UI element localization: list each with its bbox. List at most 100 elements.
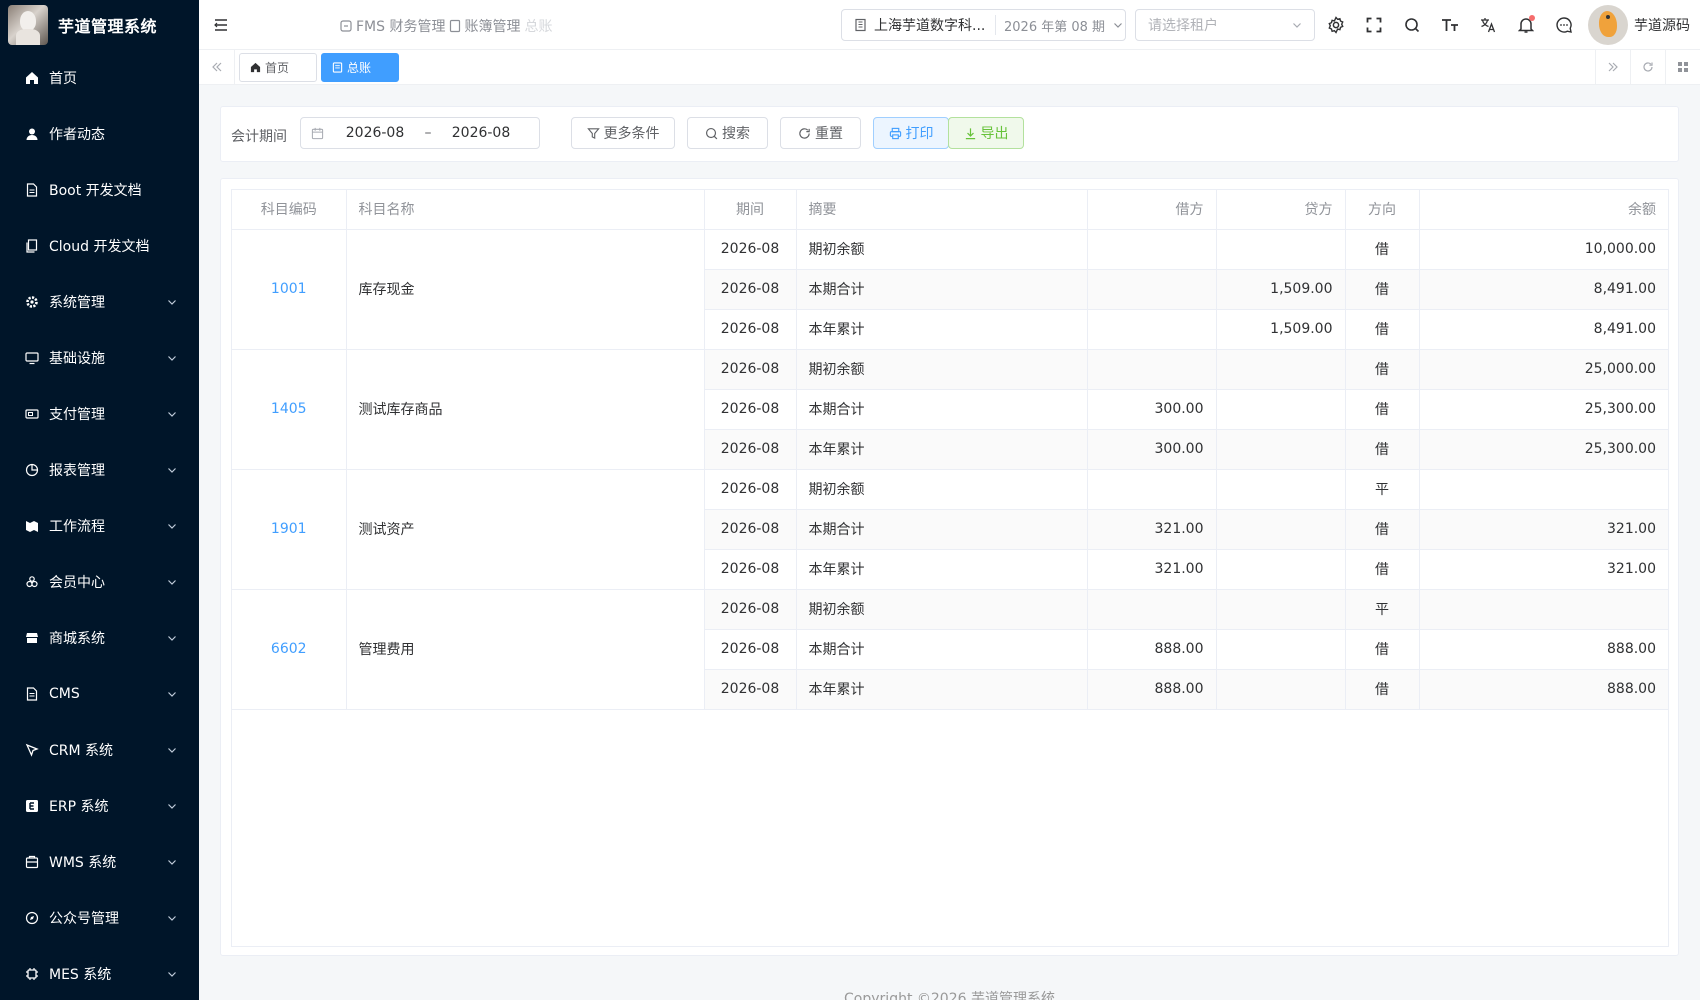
logo-area[interactable]: 芋道管理系统 [0,0,199,50]
org-period-selector[interactable]: 上海芋道数字科... 2026 年第 08 期 [841,9,1126,41]
direction-cell: 借 [1345,429,1420,470]
fms-icon [340,20,352,32]
sidebar-item-3[interactable]: Cloud 开发文档 [0,218,199,274]
credit-cell [1216,629,1346,670]
payment-icon [24,406,40,422]
debit-cell: 888.00 [1087,669,1217,710]
account-code-link[interactable]: 1901 [232,469,347,590]
building-icon [855,18,866,32]
period-cell: 2026-08 [704,429,797,470]
debit-cell [1087,349,1217,390]
debit-cell: 321.00 [1087,549,1217,590]
sidebar-item-5[interactable]: 基础设施 [0,330,199,386]
chevron-down-icon [168,972,176,977]
sidebar-item-label: 支付管理 [49,407,105,423]
table-row: 1001 库存现金 2026-08 期初余额借 10,000.00 [232,229,1668,350]
sidebar-item-label: Boot 开发文档 [49,183,142,199]
print-button[interactable]: 打印 [873,117,949,149]
chevron-down-icon [1114,23,1122,28]
search-icon[interactable] [1402,15,1422,35]
scroll-right-icon[interactable] [1595,50,1630,84]
sidebar-item-0[interactable]: 首页 [0,50,199,106]
sidebar-item-label: 公众号管理 [49,911,119,927]
reset-button[interactable]: 重置 [780,117,861,149]
account-code-link[interactable]: 1405 [232,349,347,470]
period-cell: 2026-08 [704,229,797,270]
chevron-down-icon [168,916,176,921]
sidebar-item-7[interactable]: 报表管理 [0,442,199,498]
sidebar-item-8[interactable]: 工作流程 [0,498,199,554]
sidebar-item-16[interactable]: MES 系统 [0,946,199,1000]
debit-cell [1087,589,1217,630]
period-range-picker[interactable]: 2026-08 – 2026-08 [300,117,540,149]
sidebar-item-4[interactable]: 系统管理 [0,274,199,330]
period-start[interactable]: 2026-08 [340,125,410,141]
sidebar-item-label: ERP 系统 [49,799,109,815]
hamburger-icon[interactable] [213,17,229,33]
period-end[interactable]: 2026-08 [446,125,516,141]
font-size-icon[interactable] [1440,15,1460,35]
balance-cell: 25,300.00 [1419,429,1668,470]
sidebar: 芋道管理系统 首页 作者动态 Boot 开发文档 Cloud 开发文档系统管理基础设施… [0,0,199,1000]
sidebar-item-14[interactable]: WMS 系统 [0,834,199,890]
more-conditions-button[interactable]: 更多条件 [571,117,675,149]
direction-cell: 借 [1345,309,1420,350]
period-cell: 2026-08 [704,589,797,630]
crm-icon [24,742,40,758]
ledger-table-card: 科目编码 科目名称 期间 摘要 借方 贷方 方向 余额 1001 库存现金 2026… [220,178,1679,956]
balance-cell [1419,469,1668,510]
sidebar-menu: 首页 作者动态 Boot 开发文档 Cloud 开发文档系统管理基础设施支付管理报表管… [0,50,199,1000]
sidebar-item-1[interactable]: 作者动态 [0,106,199,162]
settings-gear-icon[interactable] [1326,15,1346,35]
message-icon[interactable] [1554,15,1574,35]
export-button[interactable]: 导出 [948,117,1024,149]
sidebar-item-label: CRM 系统 [49,743,114,759]
sidebar-item-10[interactable]: 商城系统 [0,610,199,666]
period-cell: 2026-08 [704,349,797,390]
tab-home[interactable]: 首页 [239,53,317,82]
period-cell: 2026-08 [704,549,797,590]
user-menu[interactable]: 芋道源码 [1588,5,1690,45]
sidebar-item-13[interactable]: ERP 系统 [0,778,199,834]
scroll-left-icon[interactable] [199,50,235,84]
breadcrumb-item-fms[interactable]: FMS 财务管理 [339,16,445,36]
sidebar-item-9[interactable]: 会员中心 [0,554,199,610]
column-header-period: 期间 [704,190,797,230]
refresh-icon[interactable] [1630,50,1665,84]
breadcrumb: FMS 财务管理 账簿管理 总账 [339,16,556,36]
search-button[interactable]: 搜索 [687,117,768,149]
tab-ledger[interactable]: 总账 [321,53,399,82]
app-title: 芋道管理系统 [58,17,158,36]
summary-cell: 本年累计 [796,429,1088,470]
breadcrumb-item-books[interactable]: 账簿管理 [449,16,520,36]
account-code-link[interactable]: 6602 [232,589,347,710]
tenant-select[interactable]: 请选择租户 [1135,9,1315,41]
erp-icon [24,798,40,814]
sidebar-item-11[interactable]: CMS [0,666,199,722]
summary-cell: 本年累计 [796,309,1088,350]
tags-bar-actions [1595,50,1700,84]
members-icon [24,574,40,590]
sidebar-item-15[interactable]: 公众号管理 [0,890,199,946]
direction-cell: 借 [1345,229,1420,270]
sidebar-item-2[interactable]: Boot 开发文档 [0,162,199,218]
grid-menu-icon[interactable] [1665,50,1700,84]
bell-icon[interactable] [1516,15,1536,35]
sidebar-item-label: 系统管理 [49,295,105,311]
period-select[interactable]: 2026 年第 08 期 [996,16,1123,35]
org-select[interactable]: 上海芋道数字科... [842,15,996,35]
chevron-down-icon [168,804,176,809]
top-header: FMS 财务管理 账簿管理 总账 上海芋道数字科... 2026 年第 08 期… [199,0,1700,50]
sidebar-item-12[interactable]: CRM 系统 [0,722,199,778]
sidebar-item-6[interactable]: 支付管理 [0,386,199,442]
translate-icon[interactable] [1478,15,1498,35]
sidebar-item-label: 商城系统 [49,631,105,647]
fullscreen-icon[interactable] [1364,15,1384,35]
notification-dot [1529,15,1535,21]
column-header-credit: 贷方 [1216,190,1346,230]
home-icon [250,62,261,73]
account-code-link[interactable]: 1001 [232,229,347,350]
balance-cell: 888.00 [1419,669,1668,710]
printer-icon [889,127,901,139]
chevron-down-icon [168,636,176,641]
